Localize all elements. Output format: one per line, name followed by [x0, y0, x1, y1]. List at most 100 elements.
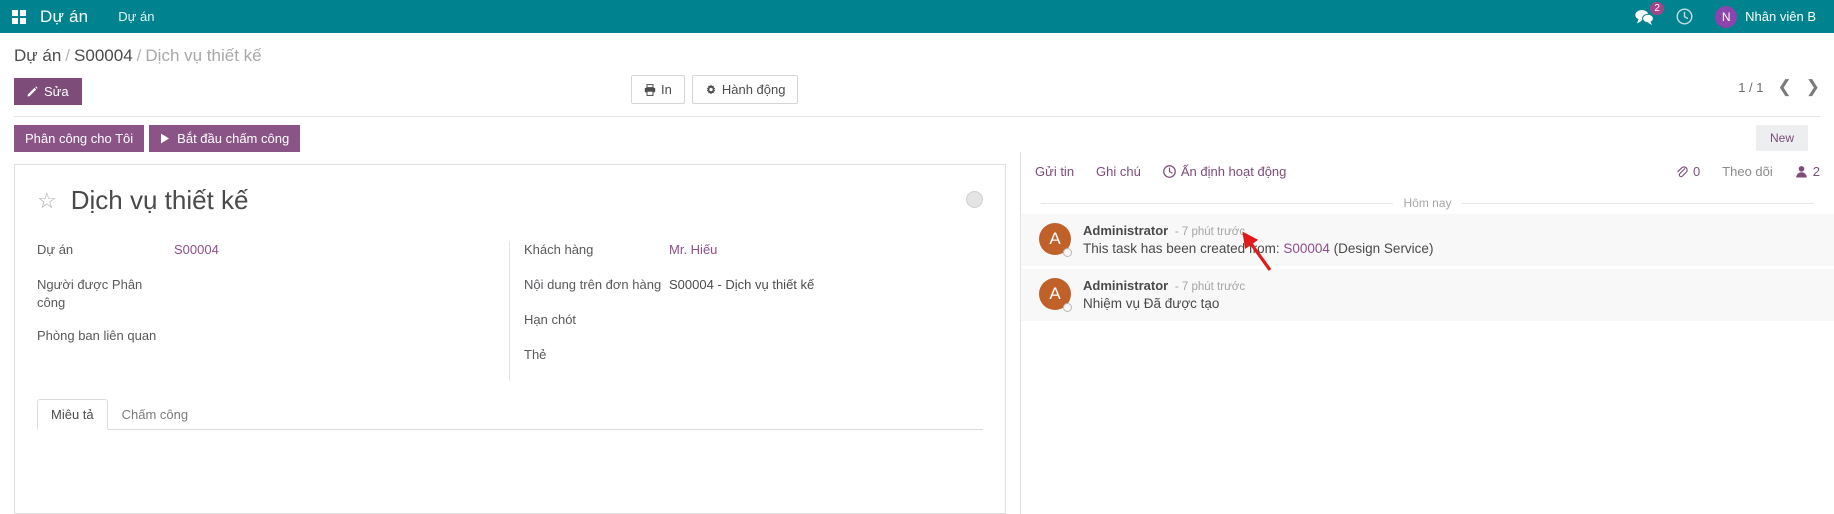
message-content: Administrator - 7 phút trước Nhiệm vụ Đã…: [1083, 278, 1245, 311]
page-title: Dịch vụ thiết kế: [70, 185, 249, 215]
field-deadline-label: Hạn chót: [524, 312, 577, 327]
message-body-prefix: This task has been created from:: [1083, 241, 1284, 256]
field-customer-label: Khách hàng: [524, 242, 594, 257]
followers-button[interactable]: 2: [1795, 164, 1820, 179]
day-separator-label: Hôm nay: [1403, 196, 1452, 210]
chatter-day-separator: Hôm nay: [1021, 190, 1834, 214]
breadcrumb-sep-2: /: [136, 46, 142, 65]
day-separator-line-left: [1041, 202, 1394, 204]
start-timesheet-label: Bắt đầu chấm công: [177, 131, 290, 146]
field-deadline: Hạn chót: [524, 311, 983, 331]
message-timestamp: - 7 phút trước: [1174, 226, 1246, 238]
messages-button[interactable]: 2: [1635, 1, 1665, 25]
apps-grid-icon[interactable]: [12, 9, 26, 24]
breadcrumb-sep-1: /: [65, 46, 71, 65]
breadcrumb-parent[interactable]: S00004: [74, 46, 133, 65]
action-button-label: Hành động: [721, 82, 786, 97]
message-content: Administrator - 7 phút trước This task h…: [1083, 223, 1433, 256]
form-notebook-tabs: Miêu tả Chấm công: [37, 399, 983, 430]
form-fields: Dự án S00004 Người được Phân công Phòng …: [37, 241, 983, 381]
message-body-suffix: (Design Service): [1329, 241, 1434, 256]
kanban-state-dot[interactable]: [966, 191, 983, 208]
presence-dot-icon: [1063, 303, 1072, 312]
assign-to-me-label: Phân công cho Tôi: [25, 131, 134, 146]
printer-icon: [644, 83, 656, 96]
gear-icon: [706, 84, 716, 94]
field-sale-line-value[interactable]: S00004 - Dịch vụ thiết kế: [669, 276, 814, 294]
field-tags: Thẻ: [524, 346, 983, 366]
breadcrumb-current: Dịch vụ thiết kế: [145, 46, 262, 65]
schedule-activity-button[interactable]: Ấn định hoạt động: [1162, 164, 1286, 179]
message-body-prefix: Nhiệm vụ Đã được tạo: [1083, 296, 1220, 311]
play-icon: [161, 133, 170, 144]
chatter-toolbar: Gửi tin Ghi chú Ấn định hoạt động 0 Theo…: [1021, 152, 1834, 190]
tab-panel: [37, 430, 983, 448]
assign-to-me-button[interactable]: Phân công cho Tôi: [14, 125, 145, 152]
log-note-button[interactable]: Ghi chú: [1096, 164, 1141, 179]
chevron-left-icon[interactable]: ❮: [1778, 77, 1792, 97]
tab-timesheets[interactable]: Chấm công: [108, 399, 202, 430]
message-header: Administrator - 7 phút trước: [1083, 223, 1433, 238]
field-project-value[interactable]: S00004: [174, 241, 219, 259]
paperclip-icon: [1677, 165, 1688, 177]
field-assignee: Người được Phân công: [37, 276, 495, 312]
user-icon: [1795, 165, 1807, 178]
message-body: Nhiệm vụ Đã được tạo: [1083, 296, 1245, 311]
message-body-link[interactable]: S00004: [1283, 241, 1330, 256]
field-department-label: Phòng ban liên quan: [37, 328, 157, 343]
message-item: A Administrator - 7 phút trước This task…: [1021, 214, 1834, 266]
print-button-label: In: [661, 82, 672, 97]
day-separator-line-right: [1461, 202, 1814, 204]
edit-button-label: Sửa: [44, 83, 69, 99]
clock-icon: [1162, 164, 1176, 178]
field-customer-value[interactable]: Mr. Hiếu: [669, 241, 717, 259]
avatar: N: [1715, 5, 1738, 28]
message-author: Administrator: [1083, 223, 1169, 238]
presence-dot-icon: [1063, 248, 1072, 257]
form-column: ☆ Dịch vụ thiết kế Dự án S00004 Người đư…: [0, 152, 1020, 514]
control-panel-center: In Hành động: [631, 75, 799, 104]
message-timestamp: - 7 phút trước: [1174, 281, 1246, 293]
form-title-row: ☆ Dịch vụ thiết kế: [37, 185, 983, 216]
status-stages: New: [1755, 125, 1808, 151]
chevron-right-icon[interactable]: ❯: [1806, 77, 1820, 97]
task-form: ☆ Dịch vụ thiết kế Dự án S00004 Người đư…: [14, 164, 1006, 514]
field-department: Phòng ban liên quan: [37, 327, 495, 347]
field-project: Dự án S00004: [37, 241, 495, 261]
message-body: This task has been created from: S00004 …: [1083, 241, 1433, 256]
form-column-left: Dự án S00004 Người được Phân công Phòng …: [37, 241, 510, 381]
follow-button[interactable]: Theo dõi: [1722, 164, 1773, 179]
tab-description[interactable]: Miêu tả: [37, 399, 108, 430]
attachments-button[interactable]: 0: [1675, 164, 1700, 179]
app-brand[interactable]: Dự án: [40, 7, 88, 27]
main-content: ☆ Dịch vụ thiết kế Dự án S00004 Người đư…: [0, 152, 1834, 514]
control-panel-buttons: Sửa In Hành động 1 / 1 ❮ ❯: [14, 75, 1820, 107]
send-message-button[interactable]: Gửi tin: [1035, 164, 1074, 179]
action-button[interactable]: Hành động: [691, 75, 799, 104]
nav-menu-projects[interactable]: Dự án: [118, 9, 154, 24]
print-button[interactable]: In: [631, 75, 685, 104]
field-assignee-label: Người được Phân công: [37, 277, 143, 310]
edit-button[interactable]: Sửa: [14, 77, 82, 105]
user-menu[interactable]: N Nhân viên B: [1715, 5, 1816, 28]
star-icon[interactable]: ☆: [37, 189, 57, 212]
message-header: Administrator - 7 phút trước: [1083, 278, 1245, 293]
messages-badge: 2: [1650, 1, 1665, 15]
breadcrumb-root[interactable]: Dự án: [14, 46, 61, 65]
status-badge[interactable]: New: [1755, 125, 1808, 151]
message-avatar-wrap: A: [1039, 223, 1072, 257]
field-customer: Khách hàng Mr. Hiếu: [524, 241, 983, 261]
attachments-count: 0: [1692, 163, 1701, 179]
field-sale-line-label: Nội dung trên đơn hàng: [524, 277, 662, 292]
field-project-label: Dự án: [37, 242, 74, 257]
activities-button[interactable]: [1676, 8, 1693, 25]
breadcrumb: Dự án / S00004/Dịch vụ thiết kế: [14, 33, 1820, 66]
message-avatar-wrap: A: [1039, 278, 1072, 312]
followers-count: 2: [1812, 163, 1820, 179]
user-name: Nhân viên B: [1745, 9, 1816, 24]
chatter-toolbar-right: 0 Theo dõi 2: [1675, 164, 1820, 179]
start-timesheet-button[interactable]: Bắt đầu chấm công: [149, 125, 301, 152]
pager: 1 / 1 ❮ ❯: [1738, 77, 1820, 97]
pager-text: 1 / 1: [1738, 79, 1764, 95]
message-author: Administrator: [1083, 278, 1169, 293]
